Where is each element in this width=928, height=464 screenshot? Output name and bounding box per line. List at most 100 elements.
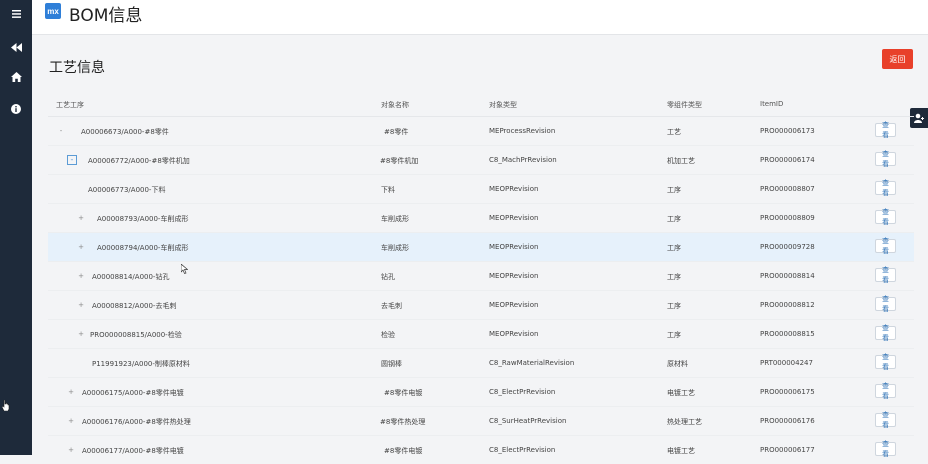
page-title: 工艺信息 — [49, 60, 105, 76]
table-row-selected[interactable]: + A00008794/A000-车削成形 车削成形 MEOPRevision … — [48, 233, 914, 262]
collapse-toggle[interactable]: - — [67, 155, 77, 165]
info-icon[interactable] — [0, 98, 32, 120]
object-type: MEOPRevision — [489, 330, 539, 338]
object-type: C8_ElectPrRevision — [489, 446, 556, 454]
table-row[interactable]: - A00006673/A000-#8零件 #8零件 MEProcessRevi… — [48, 117, 914, 146]
process-name: A00008814/A000-钻孔 — [92, 273, 170, 281]
item-id: PRO000006175 — [760, 388, 815, 396]
object-type: C8_RawMaterialRevision — [489, 359, 575, 367]
process-name: A00008793/A000-车削成形 — [97, 215, 189, 223]
object-type: MEOPRevision — [489, 214, 539, 222]
object-type: C8_ElectPrRevision — [489, 388, 556, 396]
expand-toggle[interactable]: + — [77, 214, 85, 222]
item-id: PRO000009728 — [760, 243, 815, 251]
part-type: 工序 — [667, 302, 681, 310]
item-id: PRO000008812 — [760, 301, 815, 309]
object-type: MEOPRevision — [489, 301, 539, 309]
part-type: 机加工艺 — [667, 157, 695, 165]
part-type: 工序 — [667, 215, 681, 223]
view-button[interactable]: 查看 — [875, 295, 896, 313]
object-type: MEOPRevision — [489, 243, 539, 251]
back-button[interactable]: 返回 — [882, 49, 913, 69]
column-header: ItemID — [760, 100, 784, 108]
part-type: 工序 — [667, 244, 681, 252]
item-id: PRO000006173 — [760, 127, 815, 135]
column-header: 对象名称 — [381, 101, 409, 109]
view-button[interactable]: 查看 — [875, 382, 896, 400]
table-row[interactable]: + A00006177/A000-#8零件电镀 #8零件电镀 C8_ElectP… — [48, 436, 914, 464]
table-row[interactable]: + PRO000008815/A000-检验 检验 MEOPRevision 工… — [48, 320, 914, 349]
object-type: MEProcessRevision — [489, 127, 556, 135]
table-row[interactable]: + A00006175/A000-#8零件电镀 #8零件电镀 C8_ElectP… — [48, 378, 914, 407]
object-name: 去毛刺 — [381, 302, 402, 310]
process-name: A00006673/A000-#8零件 — [81, 128, 169, 136]
object-name: 下料 — [381, 186, 395, 194]
part-type: 工艺 — [667, 128, 681, 136]
part-type: 热处理工艺 — [667, 418, 702, 426]
item-id: PRT000004247 — [760, 359, 813, 367]
view-button[interactable]: 查看 — [875, 440, 896, 458]
view-button[interactable]: 查看 — [875, 208, 896, 226]
part-type: 工序 — [667, 186, 681, 194]
column-header: 工艺工序 — [56, 101, 84, 109]
item-id: PRO000006174 — [760, 156, 815, 164]
view-button[interactable]: 查看 — [875, 150, 896, 168]
table-header: 工艺工序 对象名称 对象类型 零组件类型 ItemID — [48, 92, 914, 117]
table-row[interactable]: A00006773/A000-下料 下料 MEOPRevision 工序 PRO… — [48, 175, 914, 204]
table-row[interactable]: + A00008812/A000-去毛刺 去毛刺 MEOPRevision 工序… — [48, 291, 914, 320]
process-name: A00008794/A000-车削成形 — [97, 244, 189, 252]
object-name: 车削成形 — [381, 215, 409, 223]
part-type: 工序 — [667, 273, 681, 281]
home-icon[interactable] — [0, 66, 32, 88]
process-name: A00006176/A000-#8零件热处理 — [82, 418, 191, 426]
hand-cursor-icon — [1, 396, 10, 415]
object-name: #8零件 — [384, 128, 409, 136]
item-id: PRO000008814 — [760, 272, 815, 280]
item-id: PRO000008809 — [760, 214, 815, 222]
expand-toggle[interactable]: + — [67, 388, 75, 396]
view-button[interactable]: 查看 — [875, 179, 896, 197]
mouse-pointer-icon — [180, 259, 189, 278]
expand-toggle[interactable]: + — [77, 243, 85, 251]
expand-toggle[interactable]: + — [77, 272, 85, 280]
collapse-sidebar-icon[interactable] — [0, 36, 32, 58]
object-name: #8零件机加 — [380, 157, 419, 165]
table-row[interactable]: + A00006176/A000-#8零件热处理 #8零件热处理 C8_SurH… — [48, 407, 914, 436]
part-type: 电镀工艺 — [667, 389, 695, 397]
part-type: 工序 — [667, 331, 681, 339]
view-button[interactable]: 查看 — [875, 237, 896, 255]
view-button[interactable]: 查看 — [875, 121, 896, 139]
table-row[interactable]: + A00008814/A000-钻孔 钻孔 MEOPRevision 工序 P… — [48, 262, 914, 291]
object-type: MEOPRevision — [489, 185, 539, 193]
process-name: A00006773/A000-下料 — [88, 186, 166, 194]
process-name: P11991923/A000-制棒原材料 — [92, 360, 190, 368]
object-name: 检验 — [381, 331, 395, 339]
table-row[interactable]: + A00008793/A000-车削成形 车削成形 MEOPRevision … — [48, 204, 914, 233]
object-type: C8_SurHeatPrRevision — [489, 417, 567, 425]
menu-icon[interactable] — [0, 3, 32, 25]
object-name: 钻孔 — [381, 273, 395, 281]
process-name: PRO000008815/A000-检验 — [90, 331, 182, 339]
process-table: 工艺工序 对象名称 对象类型 零组件类型 ItemID - A00006673/… — [48, 92, 914, 464]
expand-toggle[interactable]: + — [77, 330, 85, 338]
object-name: 圆钢棒 — [381, 360, 402, 368]
table-row[interactable]: P11991923/A000-制棒原材料 圆钢棒 C8_RawMaterialR… — [48, 349, 914, 378]
expand-toggle[interactable]: + — [67, 446, 75, 454]
view-button[interactable]: 查看 — [875, 353, 896, 371]
process-name: A00006772/A000-#8零件机加 — [88, 157, 190, 165]
item-id: PRO000008807 — [760, 185, 815, 193]
view-button[interactable]: 查看 — [875, 324, 896, 342]
process-name: A00008812/A000-去毛刺 — [92, 302, 177, 310]
table-row[interactable]: - A00006772/A000-#8零件机加 #8零件机加 C8_MachPr… — [48, 146, 914, 175]
view-button[interactable]: 查看 — [875, 266, 896, 284]
app-header: mx BOM信息 — [32, 0, 928, 35]
expand-toggle[interactable]: + — [67, 417, 75, 425]
object-type: MEOPRevision — [489, 272, 539, 280]
collapse-toggle[interactable]: - — [57, 127, 65, 135]
item-id: PRO000006177 — [760, 446, 815, 454]
app-logo: mx — [45, 3, 61, 19]
sidebar — [0, 0, 32, 455]
view-button[interactable]: 查看 — [875, 411, 896, 429]
column-header: 零组件类型 — [667, 101, 702, 109]
expand-toggle[interactable]: + — [77, 301, 85, 309]
